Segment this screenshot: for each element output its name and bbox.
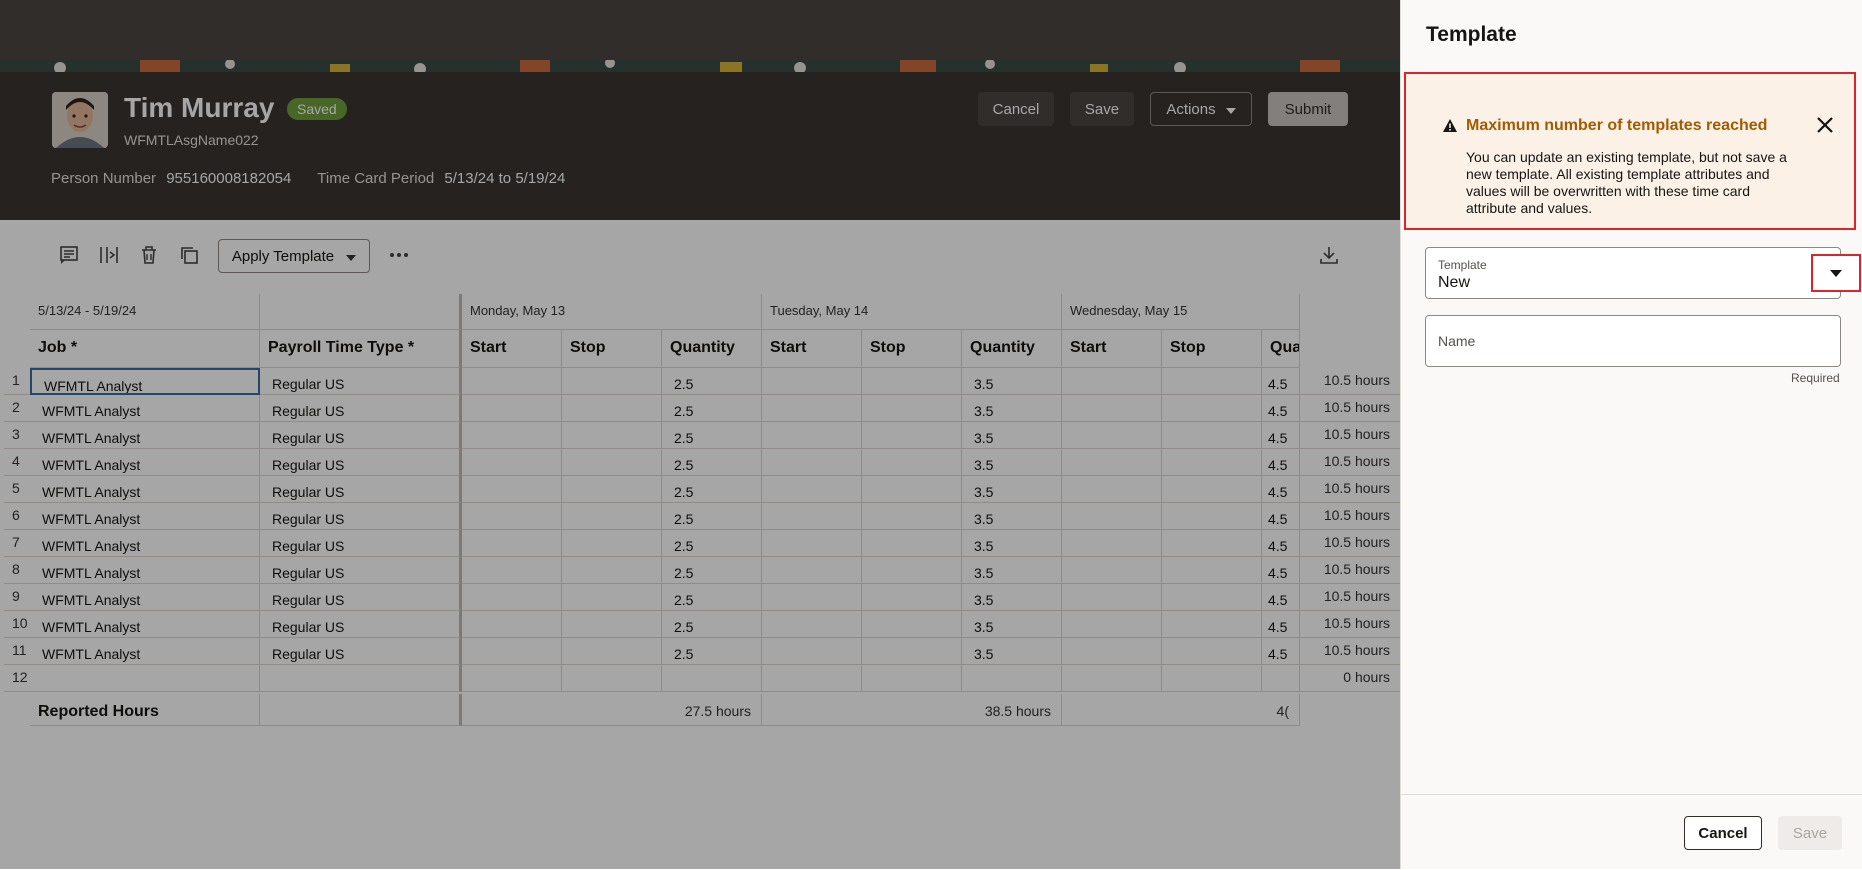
- template-dropdown-button[interactable]: [1811, 254, 1861, 292]
- chevron-down-icon: [1830, 264, 1842, 282]
- panel-save-button[interactable]: Save: [1778, 816, 1842, 850]
- top-bar: [0, 0, 1400, 60]
- warning-icon: [1442, 118, 1458, 134]
- template-name-input[interactable]: [1425, 315, 1841, 367]
- warning-title: Maximum number of templates reached: [1466, 117, 1768, 134]
- warning-text: You can update an existing template, but…: [1466, 149, 1787, 216]
- warning-message: Maximum number of templates reached You …: [1404, 72, 1856, 230]
- close-icon[interactable]: [1814, 114, 1836, 136]
- panel-cancel-button[interactable]: Cancel: [1684, 816, 1762, 850]
- modal-overlay: [0, 60, 1400, 869]
- template-selected-value: New: [1438, 274, 1471, 291]
- template-select[interactable]: Template New: [1425, 247, 1861, 299]
- panel-footer: Cancel Save: [1401, 794, 1862, 870]
- template-field-label: Template: [1438, 258, 1487, 272]
- panel-title: Template: [1426, 23, 1517, 46]
- required-hint: Required: [1791, 371, 1840, 385]
- template-panel: Template Maximum number of templates rea…: [1400, 0, 1862, 869]
